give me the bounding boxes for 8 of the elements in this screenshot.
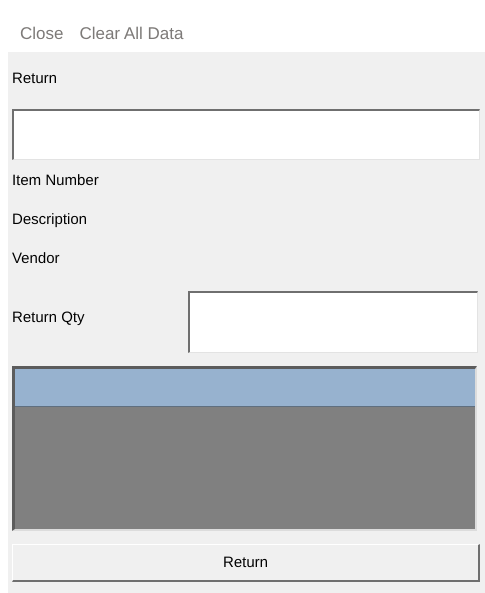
form-title: Return xyxy=(12,70,58,87)
field-label: Vendor xyxy=(12,250,60,267)
scan-field[interactable] xyxy=(12,109,480,160)
qty-label: Return Qty xyxy=(12,309,86,326)
field-label: Item Number xyxy=(12,172,99,189)
qty-field[interactable] xyxy=(188,291,478,353)
return-button[interactable]: Return xyxy=(12,544,480,582)
field-label: Description xyxy=(12,211,88,228)
